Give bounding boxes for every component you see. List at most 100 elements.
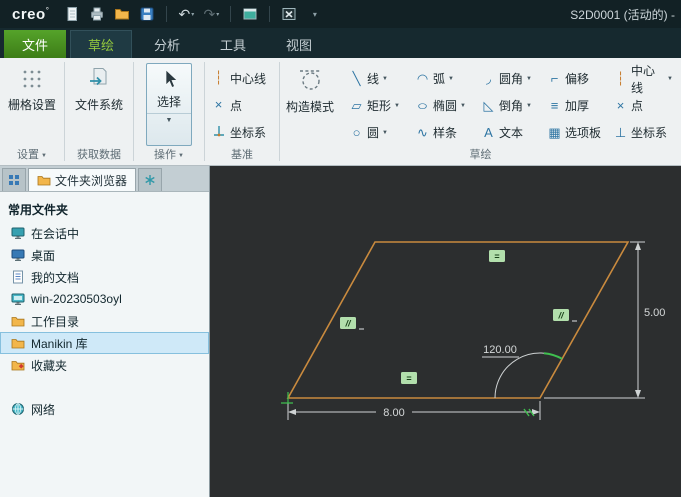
print-icon[interactable]: [88, 5, 106, 23]
csys-button[interactable]: ⊥ 坐标系: [610, 124, 676, 141]
favorites-folder-icon: [10, 359, 25, 371]
toolbar-separator: [230, 6, 232, 22]
folder-item-computer[interactable]: win-20230503oyl: [0, 288, 209, 310]
redo-icon[interactable]: ↷ ▾: [202, 5, 220, 23]
ellipse-button[interactable]: ○ 椭圆 ▼: [412, 97, 478, 114]
csys-icon: [211, 124, 226, 141]
dimension-angle[interactable]: 120.00: [482, 344, 563, 399]
sketch-parallelogram[interactable]: [286, 241, 630, 399]
spline-button[interactable]: ∿ 样条: [412, 124, 478, 141]
chevron-down-icon: ▼: [460, 102, 466, 109]
folder-item-in-session[interactable]: 在会话中: [0, 222, 209, 244]
svg-text:=: =: [406, 374, 411, 384]
csys-icon: ⊥: [614, 124, 627, 140]
thicken-icon: ≡: [550, 97, 559, 113]
grid-dots-icon: [20, 66, 44, 93]
select-button[interactable]: 选择 ▼: [146, 63, 192, 146]
offset-icon: ⌐: [550, 70, 559, 86]
fillet-button[interactable]: ◞ 圆角 ▼: [478, 70, 544, 87]
group-caption-get-data[interactable]: 获取数据: [65, 146, 133, 165]
ribbon-group-operations: 选择 ▼ 操作 ▼: [134, 58, 204, 165]
point-icon: ×: [214, 97, 223, 112]
quick-access-toolbar: ↶ ▾ ↷ ▾ ▾: [63, 5, 323, 23]
arc-button[interactable]: ◠ 弧 ▼: [412, 70, 478, 87]
rectangle-icon: ▱: [351, 97, 362, 113]
file-system-button[interactable]: 文件系统: [72, 61, 126, 146]
new-file-icon[interactable]: [63, 5, 81, 23]
chevron-down-icon: ▼: [526, 102, 532, 109]
ribbon: 栅格设置 设置 ▼ 文件系统 获取数据 选择 ▼ 操作 ▼ ┆ 中心线 × 点 …: [0, 58, 681, 166]
open-folder-icon[interactable]: [113, 5, 131, 23]
centerline-button[interactable]: ┆ 中心线 ▼: [610, 62, 676, 96]
rectangle-button[interactable]: ▱ 矩形 ▼: [346, 97, 412, 114]
chamfer-button[interactable]: ◺ 倒角 ▼: [478, 97, 544, 114]
folder-item-working-directory[interactable]: 工作目录: [0, 310, 209, 332]
sketch-tools-grid: ╲ 线 ▼ ▱ 矩形 ▼ ○ 圆 ▼ ◠ 弧 ▼ ○ 椭圆 ▼ ∿ 样条 ◞ 圆角 ▼ ◺ 倒角 ▼ A 文本 …: [346, 61, 676, 146]
ribbon-group-sketch: 构造模式 ╲ 线 ▼ ▱ 矩形 ▼ ○ 圆 ▼ ◠ 弧 ▼ ○ 椭圆 ▼ ∿ 样条 ◞ 圆角 ▼ ◺ 倒角 ▼…: [280, 58, 681, 165]
dim-angle-value[interactable]: 120.00: [483, 344, 517, 356]
chamfer-icon: ◺: [483, 97, 494, 113]
file-system-icon: [87, 66, 111, 93]
constraint-parallel-left[interactable]: //: [340, 317, 364, 330]
group-caption-sketch[interactable]: 草绘: [280, 146, 681, 165]
constraint-parallel-right[interactable]: //: [553, 309, 577, 322]
window-title: S2D0001 (活动的) -: [570, 7, 675, 22]
chevron-down-icon: ▼: [448, 75, 454, 82]
datum-centerline-button[interactable]: ┆ 中心线: [205, 65, 272, 91]
navigator-panel: 文件夹浏览器 常用文件夹 在会话中 桌面 我的文档 win-20230503oy…: [0, 166, 210, 497]
construction-mode-button[interactable]: 构造模式: [280, 61, 340, 146]
folder-list: 常用文件夹 在会话中 桌面 我的文档 win-20230503oyl 工作目录: [0, 192, 209, 420]
constraint-equal-bottom[interactable]: =: [401, 372, 417, 384]
arc-icon: ◠: [416, 70, 429, 86]
select-dropdown[interactable]: ▼: [147, 113, 191, 127]
group-caption-operations[interactable]: 操作 ▼: [134, 146, 204, 165]
undo-icon[interactable]: ↶ ▾: [177, 5, 195, 23]
point-button[interactable]: × 点: [610, 97, 676, 114]
folder-browser-tab[interactable]: 文件夹浏览器: [28, 168, 137, 191]
toolbar-separator: [269, 6, 271, 22]
datum-point-button[interactable]: × 点: [205, 92, 272, 118]
tab-sketch[interactable]: 草绘: [70, 30, 132, 58]
model-tree-tab[interactable]: [2, 168, 26, 191]
thicken-button[interactable]: ≡ 加厚: [544, 97, 610, 114]
circle-icon: ○: [352, 124, 361, 140]
tab-view[interactable]: 视图: [268, 30, 330, 58]
star-icon: [145, 175, 155, 185]
sketch-canvas[interactable]: 5.00 8.00 120.00 = // // =: [211, 166, 681, 497]
chevron-down-icon: ▼: [667, 75, 673, 82]
chevron-down-icon: ▼: [178, 153, 184, 159]
tab-file[interactable]: 文件: [4, 30, 66, 58]
folder-icon: [10, 337, 25, 349]
text-button[interactable]: A 文本: [478, 124, 544, 141]
line-button[interactable]: ╲ 线 ▼: [346, 70, 412, 87]
group-caption-settings[interactable]: 设置 ▼: [0, 146, 64, 165]
folder-icon: [10, 315, 25, 327]
favorites-tab[interactable]: [138, 168, 163, 191]
svg-text:=: =: [494, 252, 499, 262]
tab-analysis[interactable]: 分析: [136, 30, 198, 58]
circle-button[interactable]: ○ 圆 ▼: [346, 124, 412, 141]
folder-item-favorites[interactable]: 收藏夹: [0, 354, 209, 376]
datum-csys-button[interactable]: 坐标系: [205, 119, 272, 145]
titlebar: creo° ↶ ▾ ↷ ▾ ▾ S2D0001 (活动的) -: [0, 0, 681, 28]
ribbon-tabbar: 文件 草绘 分析 工具 视图: [0, 28, 681, 58]
folder-item-manikin-library[interactable]: Manikin 库: [0, 332, 209, 354]
dimension-width[interactable]: 8.00: [287, 401, 541, 420]
dim-height-value[interactable]: 5.00: [644, 307, 665, 319]
offset-button[interactable]: ⌐ 偏移: [544, 70, 610, 87]
window-switch-icon[interactable]: [241, 5, 259, 23]
logo-mark: °: [45, 5, 50, 15]
palette-button[interactable]: ▦ 选项板: [544, 124, 610, 141]
toolbar-options-icon[interactable]: ▾: [305, 5, 323, 23]
network-icon: [10, 402, 25, 416]
dim-width-value[interactable]: 8.00: [383, 407, 404, 419]
tab-tools[interactable]: 工具: [202, 30, 264, 58]
grid-settings-button[interactable]: 栅格设置: [5, 61, 59, 146]
folder-item-network[interactable]: 网络: [0, 398, 209, 420]
folder-item-desktop[interactable]: 桌面: [0, 244, 209, 266]
group-caption-datum[interactable]: 基准: [205, 146, 279, 165]
folder-item-documents[interactable]: 我的文档: [0, 266, 209, 288]
constraint-equal-top[interactable]: =: [489, 250, 505, 262]
close-window-icon[interactable]: [280, 5, 298, 23]
save-icon[interactable]: [138, 5, 156, 23]
